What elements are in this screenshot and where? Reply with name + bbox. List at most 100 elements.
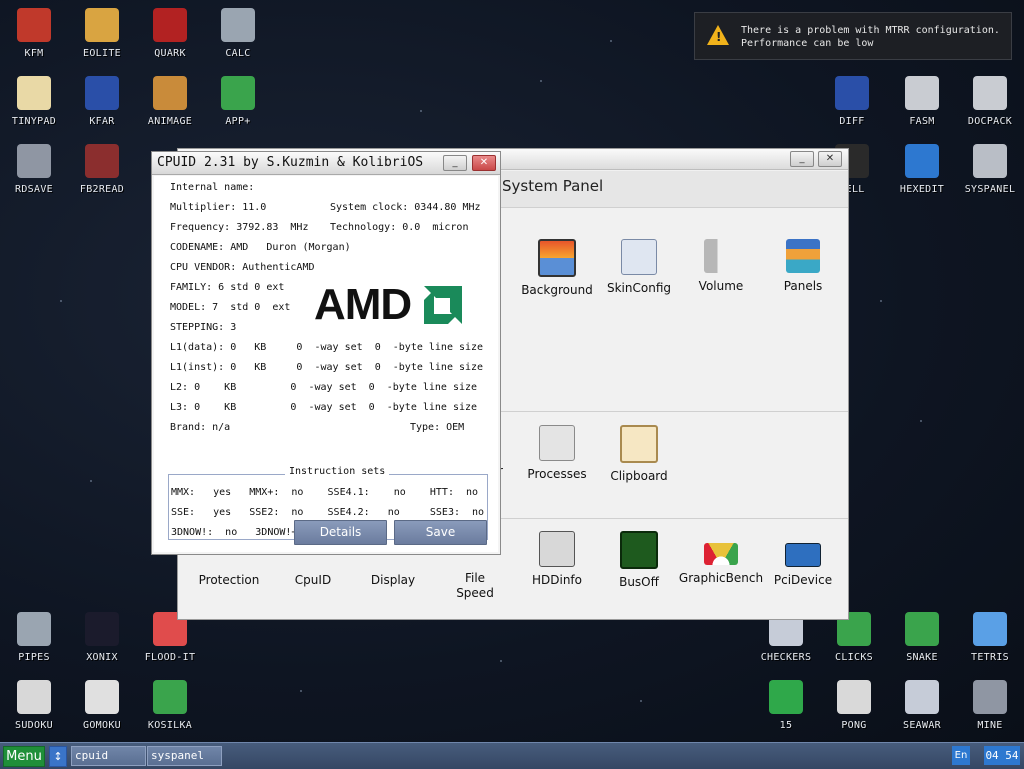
monitor-icon (538, 239, 576, 277)
taskbar: Menu ↕ cpuid syspanel En 04 54 (0, 742, 1024, 769)
desktop-icon-tetris[interactable]: TETRIS (956, 606, 1024, 672)
switch-arrows-icon[interactable]: ↕ (49, 746, 67, 767)
desktop-icon-label: TINYPAD (11, 116, 57, 127)
xonix-icon (85, 612, 119, 646)
sp-item-file-speed[interactable]: File Speed (432, 571, 518, 601)
animage-icon (153, 76, 187, 110)
desktop-icon-gomoku[interactable]: GOMOKU (68, 674, 136, 740)
family: FAMILY: 6 std 0 ext (170, 282, 285, 293)
desktop-icon-label: MINE (977, 720, 1003, 731)
desktop-icon-kfar[interactable]: KFAR (68, 70, 136, 136)
cpu-vendor: CPU VENDOR: AuthenticAMD (170, 262, 315, 273)
desktop-icon-label: XONIX (86, 652, 118, 663)
quark-icon (153, 8, 187, 42)
desktop-icon-fasm[interactable]: FASM (888, 70, 956, 136)
mine-icon (973, 680, 1007, 714)
desktop-icon-fb2read[interactable]: FB2READ (68, 138, 136, 204)
multiplier: Multiplier: 11.0 (170, 202, 267, 213)
desktop-icon-docpack[interactable]: DOCPACK (956, 70, 1024, 136)
task-cpuid[interactable]: cpuid (71, 746, 146, 766)
desktop-icon-sudoku[interactable]: SUDOKU (0, 674, 68, 740)
sp-item-graphicbench[interactable]: GraphicBench (678, 531, 764, 585)
l1-data: L1(data): 0 KB 0 -way set 0 -byte line s… (170, 342, 484, 353)
amd-logo-text: AMD (314, 280, 412, 329)
sp-item-cpuid[interactable]: CpuID (270, 573, 356, 587)
sp-item-background[interactable]: Background (514, 239, 600, 297)
desktop-icon-kosilka[interactable]: KOSILKA (136, 674, 204, 740)
eolite-icon (85, 8, 119, 42)
clock[interactable]: 04 54 (984, 746, 1020, 765)
desktop-icon-label: PONG (841, 720, 867, 731)
rdsave-icon (17, 144, 51, 178)
system-clock: System clock: 0344.80 MHz (330, 202, 481, 213)
close-button[interactable]: ✕ (818, 151, 842, 167)
iset-row-1: MMX: yes MMX+: no SSE4.1: no HTT: no (171, 487, 479, 498)
desktop-icon-label: HEXEDIT (899, 184, 945, 195)
desktop-icon-label: FLOOD-IT (144, 652, 196, 663)
desktop-icon-quark[interactable]: QUARK (136, 2, 204, 68)
desktop-icon-kfm[interactable]: KFM (0, 2, 68, 68)
sp-item-volume[interactable]: Volume (678, 239, 764, 293)
desktop-icon-label: EOLITE (83, 48, 121, 59)
desktop-icon-pong[interactable]: PONG (820, 674, 888, 740)
desktop-icon-mine[interactable]: MINE (956, 674, 1024, 740)
sp-item-background-label: Background (521, 283, 593, 297)
mtrr-notification: ! There is a problem with MTRR configura… (694, 12, 1012, 60)
sp-item-volume-label: Volume (698, 279, 744, 293)
desktop-icon-diff[interactable]: DIFF (818, 70, 886, 136)
desktop-icon-label: KFAR (89, 116, 115, 127)
desktop-icon-snake[interactable]: SNAKE (888, 606, 956, 672)
sp-item-graphicbench-label: GraphicBench (678, 571, 764, 585)
close-button[interactable]: ✕ (472, 155, 496, 171)
sp-item-display[interactable]: Display (350, 573, 436, 587)
language-indicator[interactable]: En (952, 746, 970, 765)
sp-item-protection-label: Protection (198, 573, 260, 587)
sp-item-panels[interactable]: Panels (760, 239, 846, 293)
system-panel-title: System Panel (502, 177, 604, 195)
desktop-icon-hexedit[interactable]: HEXEDIT (888, 138, 956, 204)
desktop-icon-rdsave[interactable]: RDSAVE (0, 138, 68, 204)
warning-icon: ! (707, 25, 729, 45)
kfar-icon (85, 76, 119, 110)
amd-arrow-logo-icon (424, 286, 462, 324)
sp-item-processes[interactable]: Processes (514, 425, 600, 481)
save-button[interactable]: Save (394, 520, 487, 545)
cpuid-titlebar[interactable]: CPUID 2.31 by S.Kuzmin & KolibriOS _ ✕ (152, 152, 500, 175)
notification-line-1: There is a problem with MTRR configurati… (741, 25, 1000, 36)
desktop-icon-syspanel[interactable]: SYSPANEL (956, 138, 1024, 204)
menu-button[interactable]: Menu (3, 746, 45, 767)
sp-item-busoff[interactable]: BusOff (596, 531, 682, 589)
technology: Technology: 0.0 micron (330, 222, 469, 233)
desktop-icon-label: APP+ (225, 116, 251, 127)
desktop-icon-xonix[interactable]: XONIX (68, 606, 136, 672)
l2-cache: L2: 0 KB 0 -way set 0 -byte line size (170, 382, 478, 393)
syspanel-icon (973, 144, 1007, 178)
desktop-icon-calc[interactable]: CALC (204, 2, 272, 68)
sp-item-skinconfig-label: SkinConfig (606, 281, 671, 295)
desktop-icon-label: ANIMAGE (147, 116, 193, 127)
sp-item-panels-label: Panels (783, 279, 823, 293)
sp-item-protection[interactable]: Protection (186, 573, 272, 587)
sp-item-cpuid-label: CpuID (294, 573, 332, 587)
task-syspanel[interactable]: syspanel (147, 746, 222, 766)
minimize-button[interactable]: _ (443, 155, 467, 171)
minimize-button[interactable]: _ (790, 151, 814, 167)
sp-item-pcidevice[interactable]: PciDevice (760, 531, 846, 587)
brand: Brand: n/a (170, 422, 231, 433)
15-icon (769, 680, 803, 714)
sp-item-clipboard[interactable]: Clipboard (596, 425, 682, 483)
details-button[interactable]: Details (294, 520, 387, 545)
sp-item-hddinfo[interactable]: HDDinfo (514, 531, 600, 587)
cpuid-window: CPUID 2.31 by S.Kuzmin & KolibriOS _ ✕ I… (151, 151, 501, 555)
desktop-icon-animage[interactable]: ANIMAGE (136, 70, 204, 136)
hexedit-icon (905, 144, 939, 178)
desktop-icon-eolite[interactable]: EOLITE (68, 2, 136, 68)
desktop-icon-app-[interactable]: APP+ (204, 70, 272, 136)
desktop-icon-pipes[interactable]: PIPES (0, 606, 68, 672)
desktop-icon-tinypad[interactable]: TINYPAD (0, 70, 68, 136)
desktop-icon-label: TETRIS (971, 652, 1009, 663)
desktop-icon-label: RDSAVE (15, 184, 53, 195)
desktop-icon-15[interactable]: 15 (752, 674, 820, 740)
desktop-icon-seawar[interactable]: SEAWAR (888, 674, 956, 740)
sp-item-skinconfig[interactable]: SkinConfig (596, 239, 682, 295)
